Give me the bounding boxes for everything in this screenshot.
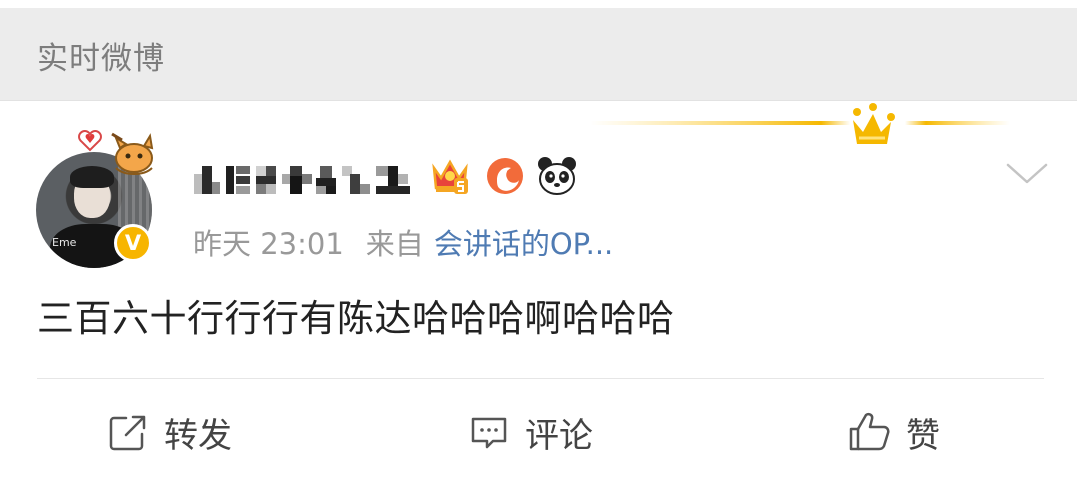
top-edge (0, 0, 1077, 8)
crown-vip-icon[interactable] (428, 154, 472, 198)
comment-label: 评论 (525, 415, 593, 456)
panda-icon[interactable] (535, 154, 579, 198)
post-source-link[interactable]: 会讲话的OP... (434, 227, 613, 261)
username-pixelated[interactable] (190, 160, 422, 196)
like-button[interactable]: 赞 (846, 406, 940, 458)
post-content: 三百六十行行行有陈达哈哈哈啊哈哈哈 (37, 297, 675, 340)
comment-icon (471, 417, 507, 449)
gold-streak-decoration (590, 121, 1010, 125)
like-label: 赞 (906, 415, 940, 456)
chevron-down-icon[interactable] (1005, 160, 1049, 188)
section-header: 实时微博 (0, 8, 1077, 101)
repost-label: 转发 (164, 415, 232, 456)
post-time: 昨天 23:01 (193, 227, 344, 261)
repost-button[interactable]: 转发 (106, 406, 232, 458)
thumbs-up-icon (849, 412, 890, 451)
action-divider (37, 378, 1044, 379)
verified-badge-icon: V (114, 224, 152, 262)
source-prefix: 来自 (365, 227, 424, 261)
avatar-pendant-icon (78, 130, 154, 175)
section-title: 实时微博 (37, 41, 165, 77)
repost-icon (109, 415, 146, 451)
comment-button[interactable]: 评论 (467, 406, 593, 458)
bird-fan-icon[interactable] (483, 154, 527, 198)
post-meta: 昨天 23:01 来自 会讲话的OP... (193, 226, 613, 262)
crown-decoration-icon (853, 103, 895, 144)
avatar-shirt-text: Eme (52, 236, 77, 249)
